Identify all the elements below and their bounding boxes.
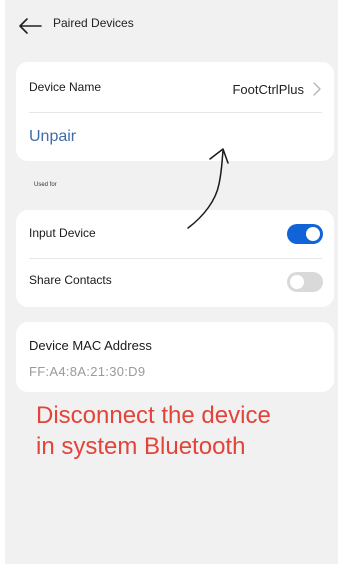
device-name-row[interactable]: Device Name FootCtrlPlus <box>16 62 334 112</box>
device-name-label: Device Name <box>29 80 102 94</box>
annotation-line-1: Disconnect the device <box>36 402 271 429</box>
input-device-label: Input Device <box>29 226 96 240</box>
share-contacts-toggle[interactable] <box>287 272 323 292</box>
mac-address-value: FF:A4:8A:21:30:D9 <box>29 364 146 379</box>
page-title: Paired Devices <box>53 16 134 30</box>
header: Paired Devices <box>5 0 338 48</box>
annotation-line-2: in system Bluetooth <box>36 433 246 460</box>
device-card: Device Name FootCtrlPlus Unpair <box>16 62 334 161</box>
mac-address-label: Device MAC Address <box>29 338 152 353</box>
hand-drawn-arrow-icon <box>187 148 229 229</box>
paired-devices-screen: Paired Devices Device Name FootCtrlPlus … <box>5 0 338 564</box>
arrow-left-icon[interactable] <box>17 17 43 35</box>
unpair-button[interactable]: Unpair <box>29 128 76 146</box>
chevron-right-icon <box>313 82 321 96</box>
device-name-value: FootCtrlPlus <box>232 82 304 97</box>
input-device-row: Input Device <box>16 210 334 258</box>
toggle-knob <box>306 227 320 241</box>
share-contacts-row: Share Contacts <box>16 258 334 307</box>
mac-address-card: Device MAC Address FF:A4:8A:21:30:D9 <box>16 322 334 392</box>
divider <box>29 112 322 113</box>
toggle-knob <box>290 275 304 289</box>
annotation-text: Disconnect the device in system Bluetoot… <box>36 400 326 462</box>
used-for-section-label: Used for <box>34 182 57 188</box>
share-contacts-label: Share Contacts <box>29 273 112 287</box>
input-device-toggle[interactable] <box>287 224 323 244</box>
used-for-card: Input Device Share Contacts <box>16 210 334 307</box>
